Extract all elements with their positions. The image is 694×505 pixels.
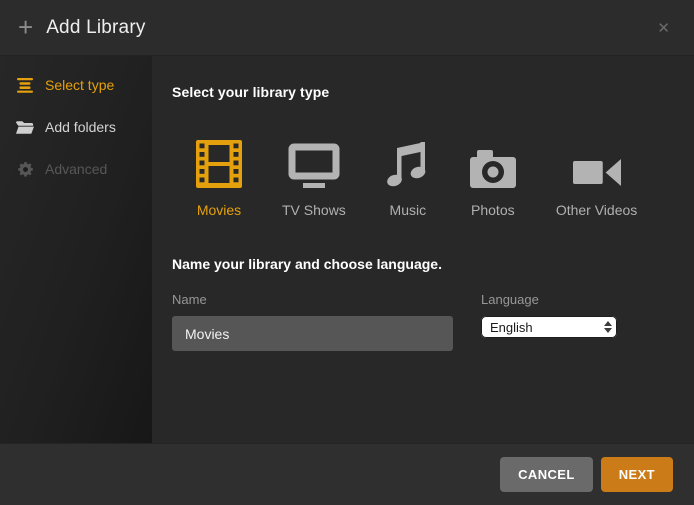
library-type-label: TV Shows — [282, 202, 346, 218]
plus-icon: + — [18, 14, 33, 40]
add-library-dialog: + Add Library ✕ Select type — [0, 0, 694, 505]
library-name-input[interactable] — [172, 316, 453, 351]
sidebar-item-label: Advanced — [45, 161, 107, 177]
language-label: Language — [481, 292, 621, 307]
sidebar-item-add-folders[interactable]: Add folders — [0, 106, 152, 148]
sidebar-item-select-type[interactable]: Select type — [0, 64, 152, 106]
library-type-photos[interactable]: Photos — [470, 140, 516, 218]
dialog-header: + Add Library ✕ — [0, 0, 694, 56]
select-stepper-icon — [604, 321, 612, 333]
library-type-tv-shows[interactable]: TV Shows — [282, 140, 346, 218]
main-content: Select your library type — [152, 56, 694, 443]
sidebar: Select type Add folders — [0, 56, 152, 443]
sidebar-item-advanced[interactable]: Advanced — [0, 148, 152, 190]
form-title: Name your library and choose language. — [172, 256, 674, 272]
library-type-label: Other Videos — [556, 202, 637, 218]
next-button[interactable]: NEXT — [601, 457, 673, 492]
language-field-group: Language English — [481, 292, 621, 351]
dialog-title: Add Library — [46, 17, 145, 39]
sidebar-item-label: Add folders — [45, 119, 116, 135]
gear-icon — [16, 161, 34, 177]
close-icon[interactable]: ✕ — [651, 15, 676, 41]
library-type-movies[interactable]: Movies — [196, 140, 242, 218]
music-note-icon — [386, 140, 430, 188]
film-strip-icon — [196, 140, 242, 188]
dialog-footer: CANCEL NEXT — [0, 443, 694, 505]
section-title: Select your library type — [172, 84, 674, 100]
library-type-label: Music — [390, 202, 427, 218]
language-selected-value: English — [490, 320, 533, 335]
name-field-group: Name — [172, 292, 453, 351]
video-camera-icon — [573, 140, 621, 188]
library-type-label: Movies — [197, 202, 241, 218]
form-fields: Name Language English — [172, 292, 674, 351]
camera-icon — [470, 140, 516, 188]
type-bars-icon — [16, 77, 34, 93]
tv-icon — [288, 140, 340, 188]
name-label: Name — [172, 292, 453, 307]
cancel-button[interactable]: CANCEL — [500, 457, 593, 492]
folder-icon — [16, 119, 34, 135]
dialog-body: Select type Add folders — [0, 56, 694, 443]
language-select[interactable]: English — [481, 316, 617, 338]
sidebar-item-label: Select type — [45, 77, 114, 93]
library-type-music[interactable]: Music — [386, 140, 430, 218]
library-type-row: Movies TV Shows — [196, 140, 674, 218]
library-type-other-videos[interactable]: Other Videos — [556, 140, 637, 218]
library-type-label: Photos — [471, 202, 515, 218]
